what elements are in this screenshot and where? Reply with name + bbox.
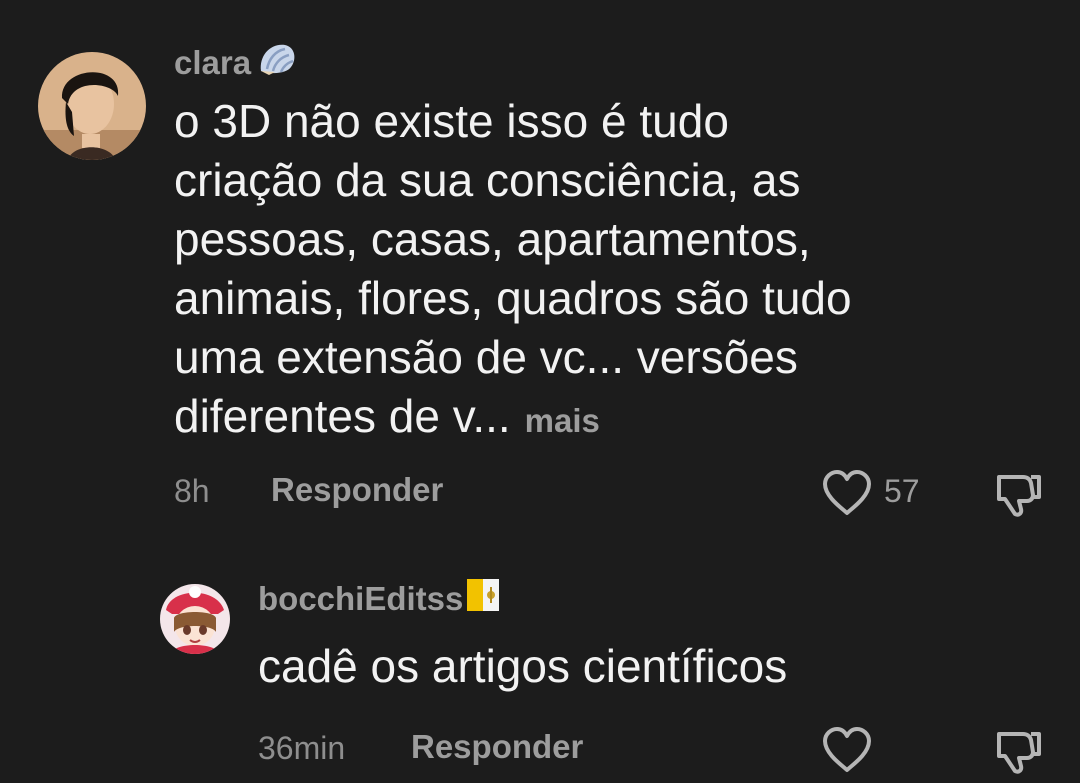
comment-text: o 3D não existe isso é tudo criação da s…: [174, 95, 852, 442]
heart-icon[interactable]: [821, 726, 873, 774]
comment-text: cadê os artigos científicos: [258, 640, 788, 692]
dislike-icon[interactable]: [993, 728, 1043, 776]
reply-button[interactable]: Responder: [411, 728, 583, 766]
reply-button[interactable]: Responder: [271, 471, 443, 509]
avatar[interactable]: [38, 52, 146, 160]
more-link[interactable]: mais: [525, 402, 600, 439]
comment-username[interactable]: clara: [174, 44, 297, 82]
vatican-flag-icon: [465, 577, 501, 621]
comment-time: 36min: [258, 730, 346, 766]
avatar[interactable]: [160, 584, 230, 654]
heart-icon[interactable]: [821, 469, 873, 517]
comments-screen: clara o 3D não existe isso é tudo criaçã…: [0, 0, 1080, 783]
like-count: 57: [884, 473, 920, 509]
comment-username[interactable]: bocchiEditss: [258, 577, 501, 621]
dislike-icon[interactable]: [993, 471, 1043, 519]
seashell-icon: [257, 41, 297, 85]
comment-time: 8h: [174, 473, 210, 509]
